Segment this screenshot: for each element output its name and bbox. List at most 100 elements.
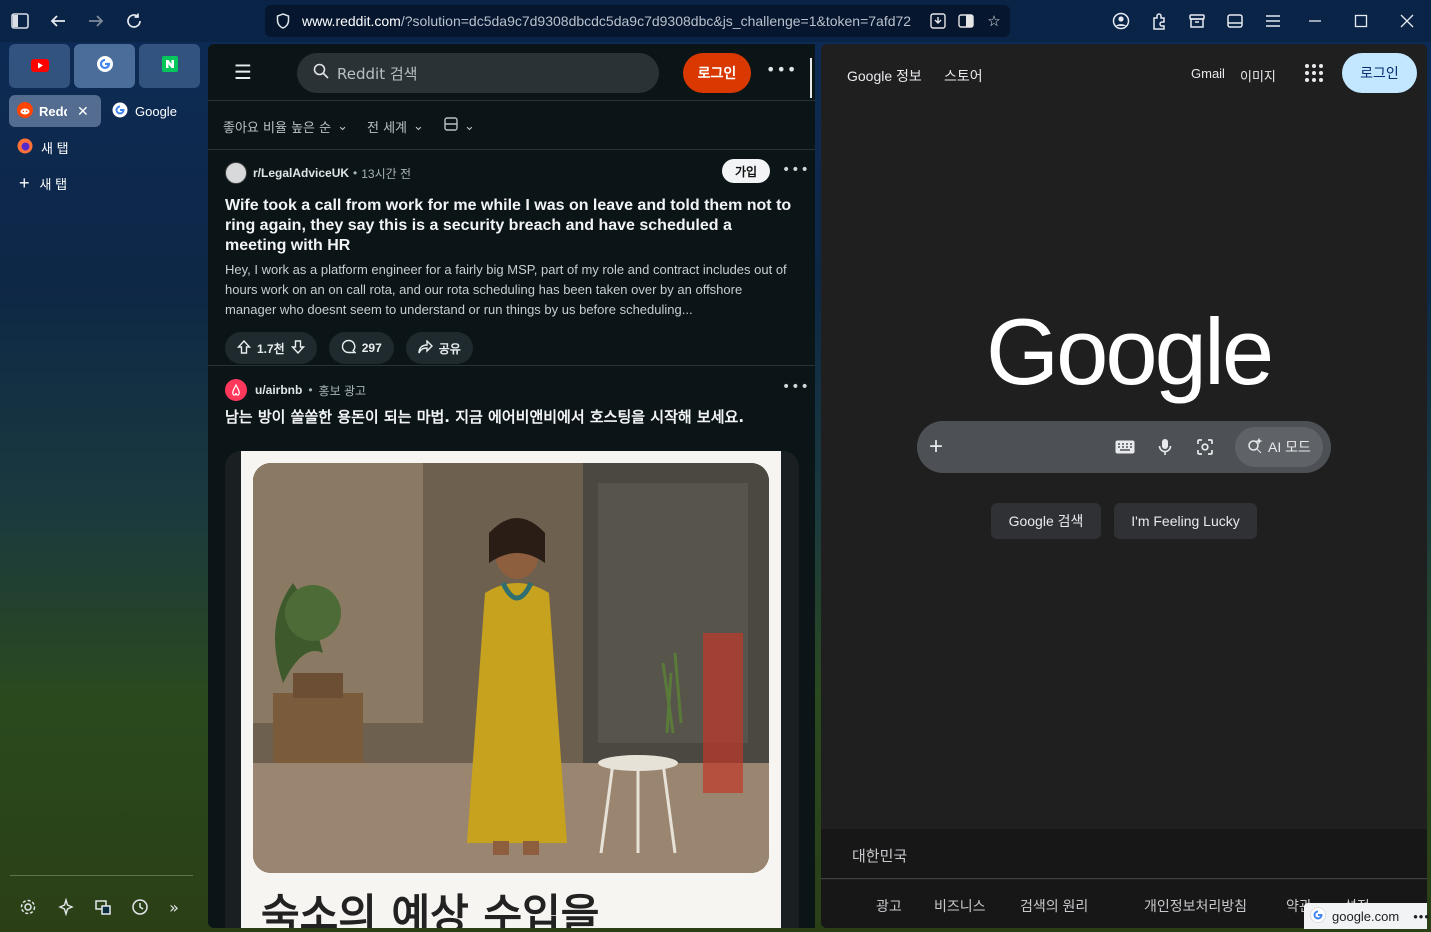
reddit-pane: ☰ Reddit 검색 로그인 ••• 좋아요 비율 높은 순 ⌄ 전 세계 ⌄… xyxy=(208,44,815,928)
region-dropdown[interactable]: 전 세계 ⌄ xyxy=(367,117,424,136)
new-tab-label: 새 탭 xyxy=(39,176,68,192)
share-button[interactable]: 공유 xyxy=(405,332,473,364)
google-icon xyxy=(96,55,114,77)
share-icon xyxy=(418,338,433,357)
split-view-icon[interactable] xyxy=(1222,8,1248,34)
upvote-icon[interactable] xyxy=(236,339,252,357)
microphone-icon[interactable] xyxy=(1153,435,1177,459)
back-icon[interactable] xyxy=(45,8,71,34)
feeling-lucky-button[interactable]: I'm Feeling Lucky xyxy=(1114,503,1257,539)
close-window-icon[interactable] xyxy=(1394,8,1420,34)
ai-chatbot-icon[interactable] xyxy=(54,895,78,919)
firefox-icon xyxy=(17,138,33,157)
scrollbar[interactable] xyxy=(810,58,812,98)
download-page-icon[interactable] xyxy=(926,9,950,33)
vote-group: 1.7천 xyxy=(225,332,317,364)
feed-post[interactable]: r/LegalAdviceUK • 13시간 전 가입 ••• Wife too… xyxy=(208,150,815,366)
tab-reddit[interactable]: Reddit ✕ xyxy=(9,95,101,127)
footer-link-ads[interactable]: 광고 xyxy=(876,896,902,916)
tab-google-label: Google xyxy=(135,103,177,119)
chevron-down-icon: ⌄ xyxy=(413,119,424,134)
subreddit-avatar[interactable] xyxy=(225,162,247,184)
status-domain: google.com xyxy=(1332,908,1400,924)
google-search-button[interactable]: Google 검색 xyxy=(991,503,1101,539)
forward-icon[interactable] xyxy=(83,8,109,34)
card-view-icon xyxy=(444,117,458,135)
history-clock-icon[interactable] xyxy=(128,895,152,919)
ai-mode-label: AI 모드 xyxy=(1268,439,1311,455)
plus-icon[interactable]: + xyxy=(929,433,943,461)
ad-options-icon[interactable]: ••• xyxy=(782,379,810,395)
sidebar-toggle-icon[interactable] xyxy=(7,8,33,34)
bookmark-star-icon[interactable]: ☆ xyxy=(982,9,1006,33)
google-search-box[interactable]: + AI 모드 xyxy=(917,421,1331,473)
search-icon xyxy=(313,63,329,83)
google-logo: Google xyxy=(986,299,1274,404)
lens-camera-icon[interactable] xyxy=(1193,435,1217,459)
hamburger-menu-icon[interactable]: ☰ xyxy=(234,60,252,84)
google-pane: Google 정보 스토어 Gmail 이미지 로그인 Google + AI … xyxy=(821,44,1427,928)
footer-link-business[interactable]: 비즈니스 xyxy=(934,896,986,916)
pinned-tab-google[interactable] xyxy=(74,44,135,88)
comments-button[interactable]: 297 xyxy=(328,332,394,364)
tab-reddit-label: Reddit xyxy=(39,103,67,119)
menu-icon[interactable] xyxy=(1260,8,1286,34)
close-tab-icon[interactable]: ✕ xyxy=(77,103,89,120)
post-body[interactable]: Hey, I work as a platform engineer for a… xyxy=(225,260,797,320)
advertiser-link[interactable]: u/airbnb xyxy=(255,383,302,397)
minimize-icon[interactable] xyxy=(1302,8,1328,34)
region-label: 전 세계 xyxy=(367,121,408,136)
url-bar[interactable]: www.reddit.com/?solution=dc5da9c7d9308db… xyxy=(265,5,1010,37)
ad-title[interactable]: 남는 방이 쏠쏠한 용돈이 되는 마법. 지금 에어비앤비에서 호스팅을 시작해… xyxy=(225,407,795,427)
extensions-icon[interactable] xyxy=(1146,8,1172,34)
status-more-icon[interactable]: ••• xyxy=(1413,909,1430,924)
expand-sidebar-icon[interactable]: » xyxy=(162,895,186,919)
new-tab-button[interactable]: + 새 탭 xyxy=(19,167,67,199)
google-store-link[interactable]: 스토어 xyxy=(944,66,983,86)
google-about-link[interactable]: Google 정보 xyxy=(847,66,922,86)
ai-search-icon xyxy=(1247,437,1263,457)
gmail-link[interactable]: Gmail xyxy=(1191,66,1225,81)
images-link[interactable]: 이미지 xyxy=(1240,66,1276,85)
google-apps-icon[interactable] xyxy=(1305,64,1323,82)
pinned-tab-youtube[interactable] xyxy=(9,44,70,88)
subreddit-link[interactable]: r/LegalAdviceUK xyxy=(253,166,349,180)
reader-view-icon[interactable] xyxy=(954,9,978,33)
tab-google[interactable]: Google xyxy=(112,95,177,127)
airbnb-logo-icon[interactable] xyxy=(225,379,247,401)
post-meta: r/LegalAdviceUK • 13시간 전 xyxy=(225,162,411,184)
downvote-icon[interactable] xyxy=(290,339,305,357)
sort-label: 좋아요 비율 높은 순 xyxy=(223,121,332,136)
promoted-post[interactable]: u/airbnb • 홍보 광고 ••• 남는 방이 쏠쏠한 용돈이 되는 마법… xyxy=(208,367,815,928)
footer-link-how-search-works[interactable]: 검색의 원리 xyxy=(1020,896,1088,916)
google-footer-country: 대한민국 xyxy=(821,829,1427,879)
reddit-search-input[interactable]: Reddit 검색 xyxy=(297,53,659,93)
ad-photo xyxy=(253,463,769,873)
tab-new-label: 새 탭 xyxy=(41,140,69,156)
ai-mode-button[interactable]: AI 모드 xyxy=(1235,427,1323,467)
promoted-tag: 홍보 광고 xyxy=(318,383,367,398)
url-text[interactable]: www.reddit.com/?solution=dc5da9c7d9308db… xyxy=(302,13,922,29)
more-options-icon[interactable]: ••• xyxy=(766,60,797,79)
sort-dropdown[interactable]: 좋아요 비율 높은 순 ⌄ xyxy=(223,117,348,136)
maximize-icon[interactable] xyxy=(1348,8,1374,34)
view-mode-dropdown[interactable]: ⌄ xyxy=(444,117,475,135)
settings-gear-icon[interactable] xyxy=(16,895,40,919)
footer-link-privacy[interactable]: 개인정보처리방침 xyxy=(1144,896,1247,916)
vote-count: 1.7천 xyxy=(257,341,285,356)
tab-new-firefox[interactable]: 새 탭 xyxy=(17,131,69,163)
google-login-button[interactable]: 로그인 xyxy=(1342,53,1417,93)
ad-media[interactable]: 숙소의 예상 수입을 xyxy=(225,451,799,928)
pinned-tabs xyxy=(9,44,200,89)
join-button[interactable]: 가입 xyxy=(722,159,770,183)
keyboard-icon[interactable] xyxy=(1113,435,1137,459)
account-icon[interactable] xyxy=(1108,8,1134,34)
shield-icon[interactable] xyxy=(273,11,293,31)
container-icon[interactable] xyxy=(1184,8,1210,34)
post-options-icon[interactable]: ••• xyxy=(782,162,810,178)
post-title[interactable]: Wife took a call from work for me while … xyxy=(225,196,795,256)
reload-icon[interactable] xyxy=(121,8,147,34)
reddit-login-button[interactable]: 로그인 xyxy=(683,53,751,93)
synced-tabs-icon[interactable] xyxy=(91,895,115,919)
pinned-tab-naver[interactable] xyxy=(139,44,200,88)
